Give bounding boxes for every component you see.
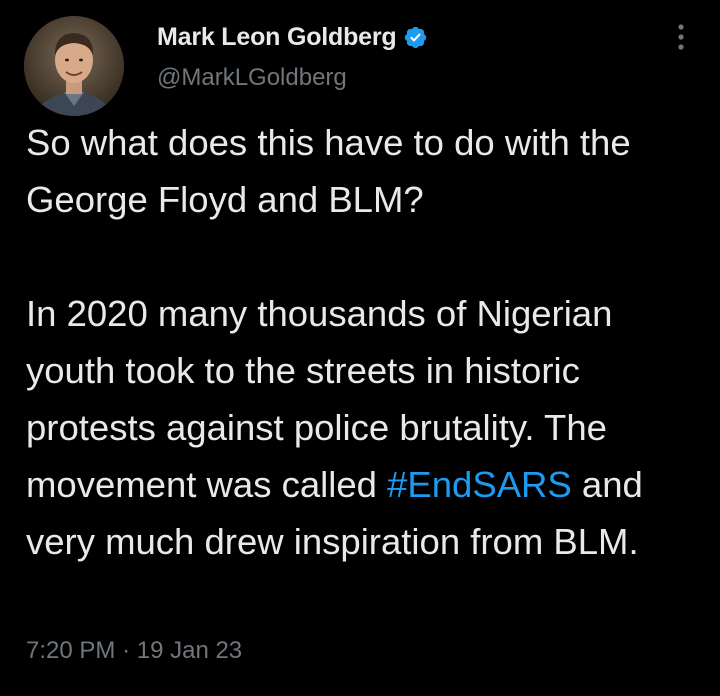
hashtag-link[interactable]: #EndSARS	[387, 464, 572, 505]
tweet-paragraph-1: So what does this have to do with the Ge…	[26, 122, 631, 220]
author-name-row[interactable]: Mark Leon Goldberg	[157, 21, 428, 53]
more-vertical-icon	[678, 24, 684, 50]
author-name[interactable]: Mark Leon Goldberg	[157, 23, 397, 52]
meta-separator: ·	[122, 637, 131, 664]
tweet-date[interactable]: 19 Jan 23	[137, 637, 242, 664]
tweet-card: Mark Leon Goldberg @MarkLGoldberg So wha…	[0, 0, 720, 696]
tweet-paragraph-2: In 2020 many thousands of Nigerian youth…	[26, 285, 706, 570]
tweet-time[interactable]: 7:20 PM	[26, 637, 115, 664]
author-handle[interactable]: @MarkLGoldberg	[157, 64, 347, 92]
tweet-meta: 7:20 PM · 19 Jan 23	[26, 637, 242, 665]
verified-badge-icon	[403, 25, 428, 50]
tweet-text: So what does this have to do with the Ge…	[26, 114, 706, 570]
avatar[interactable]	[24, 16, 124, 116]
more-options-button[interactable]	[664, 20, 698, 54]
